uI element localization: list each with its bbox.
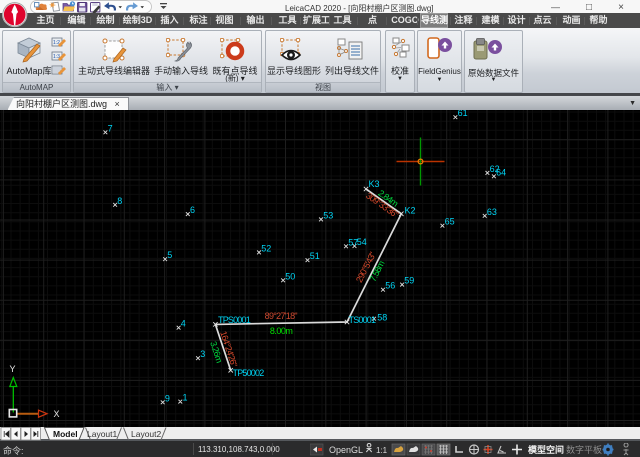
svg-text:54: 54 [357,237,367,247]
svg-text:51: 51 [310,251,320,261]
svg-text:TS0001: TS0001 [349,315,377,325]
svg-text:1: 1 [183,393,188,403]
svg-text:58: 58 [377,313,387,323]
svg-text:5: 5 [167,250,172,260]
svg-text:Layout2: Layout2 [131,429,162,439]
svg-text:53: 53 [323,210,333,220]
svg-text:模型空间: 模型空间 [528,444,564,455]
svg-text:4: 4 [181,319,186,329]
svg-text:K3: K3 [369,179,380,189]
svg-text:56: 56 [385,281,395,291]
svg-text:64: 64 [496,167,506,177]
svg-text:9: 9 [165,393,170,403]
svg-text:8: 8 [117,196,122,206]
svg-text:1:1: 1:1 [376,446,388,455]
svg-text:OpenGL: OpenGL [329,445,363,455]
svg-text:TPS0001: TPS0001 [218,315,251,325]
svg-text:65: 65 [445,217,455,227]
svg-text:8.00m: 8.00m [270,326,293,336]
svg-text:63: 63 [487,207,497,217]
svg-text:Y: Y [10,364,16,374]
svg-text:50: 50 [285,271,295,281]
svg-text:数字平板: 数字平板 [566,444,602,455]
svg-text:3: 3 [200,349,205,359]
svg-text:61: 61 [458,110,468,118]
svg-text:TP50002: TP50002 [233,368,265,378]
svg-text:X: X [54,409,60,419]
svg-text:6: 6 [190,205,195,215]
svg-text:89°27'18": 89°27'18" [265,311,298,321]
svg-text:K2: K2 [405,206,416,216]
svg-text:59: 59 [404,276,414,286]
svg-text:52: 52 [261,243,271,253]
svg-text:Model: Model [53,429,78,439]
svg-text:Layout1: Layout1 [87,429,118,439]
svg-text:7: 7 [108,123,113,133]
